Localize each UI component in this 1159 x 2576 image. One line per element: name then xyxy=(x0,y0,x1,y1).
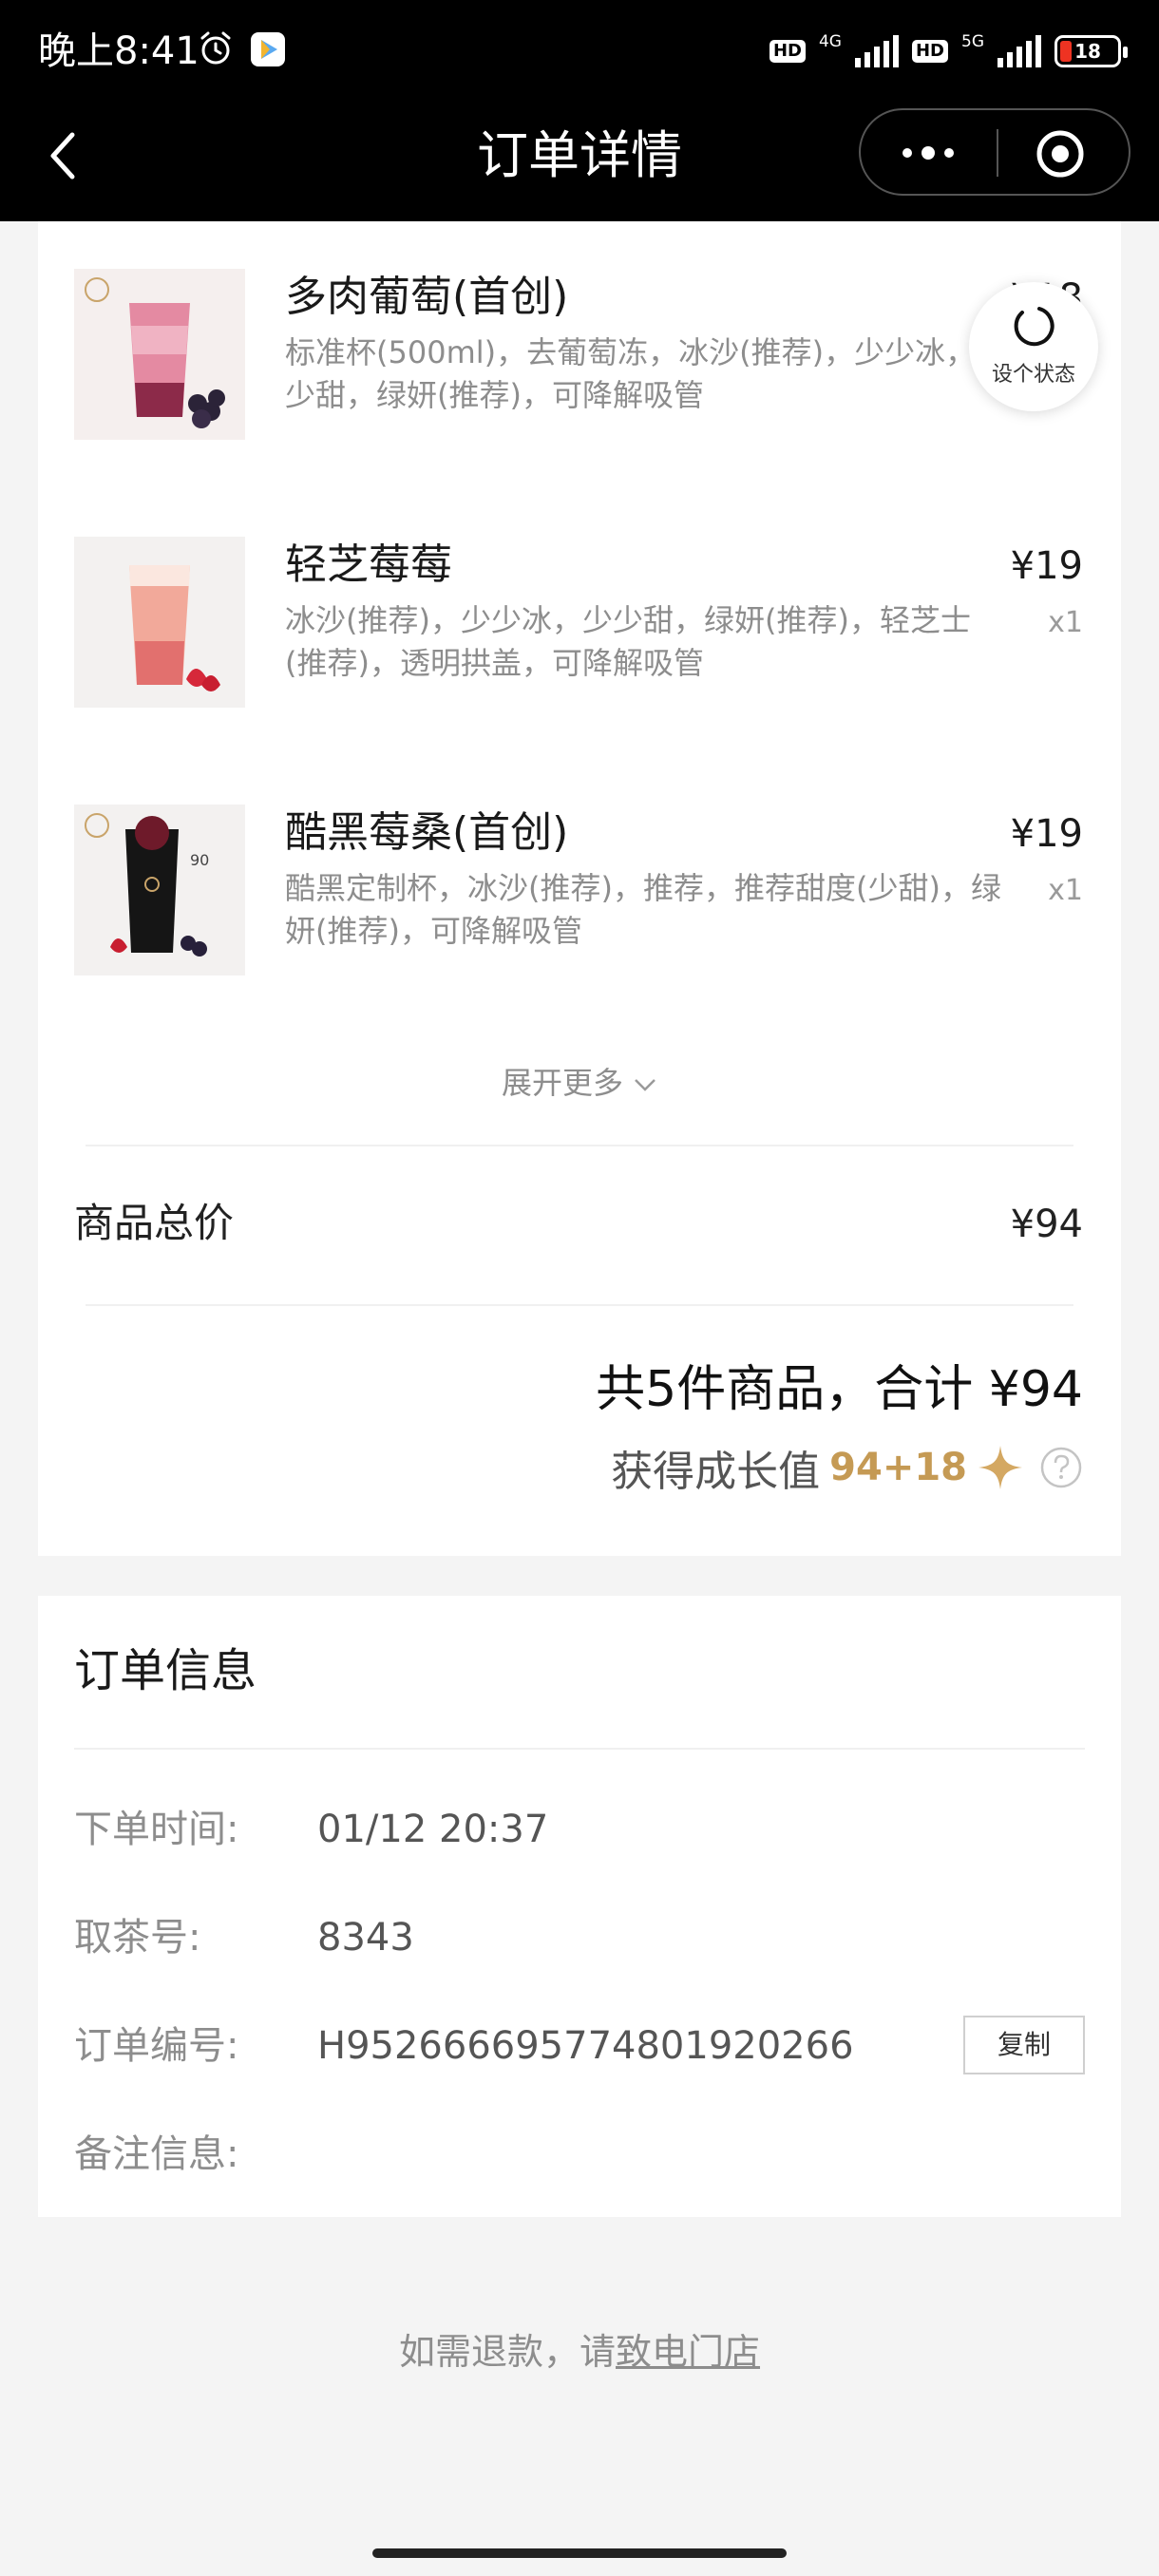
set-status-button[interactable]: 设个状态 xyxy=(969,282,1098,411)
item-name: 轻芝莓莓 xyxy=(285,540,452,589)
product-image xyxy=(74,269,245,440)
network-type: 4G xyxy=(818,31,842,51)
call-store-link[interactable]: 致电门店 xyxy=(616,2331,760,2373)
list-item[interactable]: 90 酷黑莓桑(首创) 酷黑定制杯，冰沙(推荐)，推荐，推荐甜度(少甜)，绿妍(… xyxy=(38,805,1121,975)
set-status-label: 设个状态 xyxy=(991,363,1075,387)
item-quantity: x1 xyxy=(1048,606,1083,639)
divider xyxy=(74,1748,1085,1750)
growth-value: 94+18 xyxy=(829,1446,967,1489)
order-info-card: 订单信息 下单时间: 01/12 20:37 取茶号: 8343 订单编号: H… xyxy=(38,1596,1121,2217)
alarm-icon xyxy=(200,31,231,65)
copy-button[interactable]: 复制 xyxy=(963,2016,1085,2074)
item-price: ¥19 xyxy=(1010,812,1083,856)
list-item[interactable]: 轻芝莓莓 冰沙(推荐)，少少冰，少少甜，绿妍(推荐)，轻芝士(推荐)，透明拱盖，… xyxy=(38,537,1121,708)
item-options: 冰沙(推荐)，少少冰，少少甜，绿妍(推荐)，轻芝士(推荐)，透明拱盖，可降解吸管 xyxy=(285,602,971,681)
chevron-down-icon xyxy=(635,1079,656,1091)
item-name: 酷黑莓桑(首创) xyxy=(285,808,569,857)
home-indicator[interactable] xyxy=(372,2548,787,2558)
info-label: 备注信息: xyxy=(74,2132,239,2176)
item-price: ¥19 xyxy=(1010,544,1083,588)
order-items-card: 多肉葡萄(首创) 标准杯(500ml)，去葡萄冻，冰沙(推荐)，少少冰，少少甜，… xyxy=(38,221,1121,1556)
item-options: 酷黑定制杯，冰沙(推荐)，推荐，推荐甜度(少甜)，绿妍(推荐)，可降解吸管 xyxy=(285,870,1001,949)
top-bar: 晚上8:41 HD 4G HD 5G 18 订单详情 xyxy=(0,0,1159,221)
mini-program-capsule xyxy=(859,108,1130,196)
hd-badge: HD xyxy=(769,40,806,63)
info-label: 下单时间: xyxy=(74,1808,239,1851)
divider xyxy=(86,1304,1074,1306)
refresh-icon xyxy=(1014,307,1054,347)
subtotal-value: ¥94 xyxy=(1010,1203,1083,1246)
network-type: 5G xyxy=(961,31,984,51)
sparkle-icon xyxy=(978,1446,1022,1489)
info-row-remarks: 备注信息: xyxy=(74,2126,1085,2183)
status-right: HD 4G HD 5G 18 xyxy=(769,28,1128,74)
hd-badge: HD xyxy=(911,40,948,63)
item-options: 标准杯(500ml)，去葡萄冻，冰沙(推荐)，少少冰，少少甜，绿妍(推荐)，可降… xyxy=(285,334,1007,413)
info-label: 订单编号: xyxy=(74,2024,239,2068)
target-icon[interactable] xyxy=(1034,127,1087,180)
info-value: 01/12 20:37 xyxy=(317,1808,549,1851)
list-item[interactable]: 多肉葡萄(首创) 标准杯(500ml)，去葡萄冻，冰沙(推荐)，少少冰，少少甜，… xyxy=(38,269,1121,440)
svg-text:90: 90 xyxy=(190,851,209,869)
product-image xyxy=(74,537,245,708)
section-title: 订单信息 xyxy=(74,1644,257,1697)
subtotal-label: 商品总价 xyxy=(74,1200,235,1246)
refund-prefix: 如需退款，请 xyxy=(398,2331,616,2373)
info-row-order-number: 订单编号: H9526666957748019202​66 复制 xyxy=(74,2016,1085,2074)
battery-icon: 18 xyxy=(1054,35,1128,67)
expand-more-button[interactable]: 展开更多 xyxy=(38,1062,1121,1104)
order-total: 共5件商品，合计 ¥94 xyxy=(596,1361,1083,1418)
info-row-pickup-number: 取茶号: 8343 xyxy=(74,1909,1085,1966)
signal-icon xyxy=(998,35,1041,67)
app-icon xyxy=(251,32,285,66)
growth-points: 获得成长值 94+18 xyxy=(611,1439,1083,1496)
info-value: 8343 xyxy=(317,1916,414,1960)
status-time: 晚上8:41 xyxy=(38,29,200,73)
info-label: 取茶号: xyxy=(74,1916,201,1960)
divider xyxy=(86,1145,1074,1146)
growth-label: 获得成长值 xyxy=(611,1448,821,1496)
help-icon[interactable] xyxy=(1039,1446,1083,1489)
info-row-order-time: 下单时间: 01/12 20:37 xyxy=(74,1801,1085,1858)
info-value: H9526666957748019202​66 xyxy=(317,2024,854,2068)
product-image: 90 xyxy=(74,805,245,975)
refund-note: 如需退款，请致电门店 xyxy=(0,2325,1159,2378)
item-quantity: x1 xyxy=(1048,874,1083,907)
item-name: 多肉葡萄(首创) xyxy=(285,273,569,321)
signal-icon xyxy=(854,35,899,67)
more-icon[interactable] xyxy=(897,137,960,169)
battery-level: 18 xyxy=(1074,40,1101,63)
expand-more-label: 展开更多 xyxy=(501,1065,623,1101)
